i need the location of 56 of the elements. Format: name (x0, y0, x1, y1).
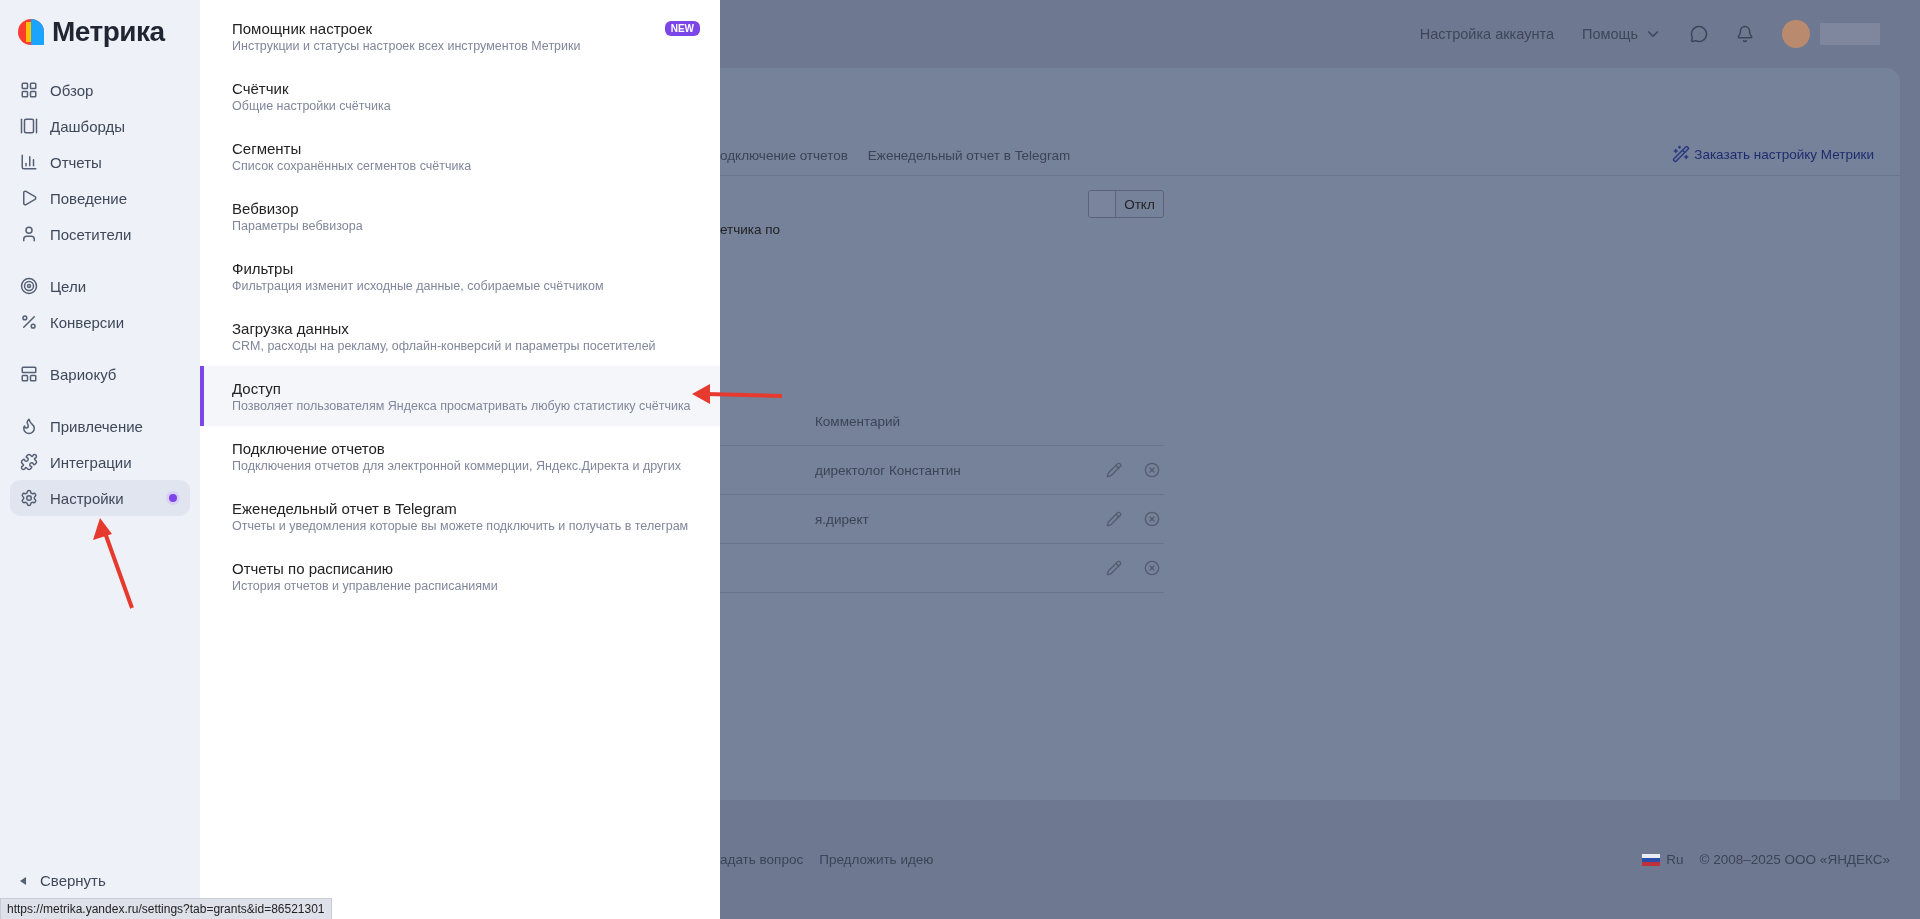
table-cell: директолог Константин (815, 462, 961, 478)
nav-item[interactable]: Поведение (10, 180, 190, 216)
nav-item[interactable]: Настройки (10, 480, 190, 516)
nav-item[interactable]: Посетители (10, 216, 190, 252)
menu-item[interactable]: Подключение отчетов Подключения отчетов для электронной коммерции, Яндекс.Директа и других (200, 426, 720, 486)
menu-item[interactable]: Отчеты по расписанию История отчетов и управление расписаниями (200, 546, 720, 606)
language-label: Ru (1666, 852, 1684, 867)
user-icon (20, 225, 38, 243)
nav-item[interactable]: Дашборды (10, 108, 190, 144)
settings-icon (20, 489, 38, 507)
panel-icon (20, 365, 38, 383)
play-icon (20, 189, 38, 207)
nav-item[interactable]: Вариокуб (10, 356, 190, 392)
nav-item[interactable]: Интеграции (10, 444, 190, 480)
avatar[interactable] (1782, 20, 1810, 48)
edit-icon[interactable] (1106, 511, 1122, 527)
edit-icon[interactable] (1106, 560, 1122, 576)
nav-item[interactable]: Отчеты (10, 144, 190, 180)
menu-item[interactable]: Сегменты Список сохранённых сегментов счётчика (200, 126, 720, 186)
copyright: © 2008–2025 ООО «ЯНДЕКС» (1699, 852, 1890, 867)
nav-item[interactable]: Привлечение (10, 408, 190, 444)
collapse-button[interactable]: Свернуть (10, 872, 116, 889)
toggle-switch[interactable]: Откл (1088, 190, 1164, 218)
table-cell: я.директ (815, 511, 869, 527)
nav-item[interactable]: Конверсии (10, 304, 190, 340)
bell-icon[interactable] (1736, 25, 1754, 43)
menu-item[interactable]: Вебвизор Параметры вебвизора (200, 186, 720, 246)
chat-icon[interactable] (1690, 25, 1708, 43)
menu-item[interactable]: Загрузка данных CRM, расходы на рекламу, офлайн-конверсий и параметры посетителей (200, 306, 720, 366)
target-icon (20, 277, 38, 295)
logo-text: Метрика (52, 16, 165, 48)
close-icon[interactable] (1144, 511, 1160, 527)
flame-icon (20, 417, 38, 435)
flag-icon (1642, 853, 1661, 866)
edit-icon[interactable] (1106, 462, 1122, 478)
menu-item[interactable]: Помощник настроек NEW Инструкции и статусы настроек всех инструментов Метрики (200, 6, 720, 66)
nav-item[interactable]: Цели (10, 268, 190, 304)
close-icon[interactable] (1144, 462, 1160, 478)
caret-icon (20, 876, 26, 885)
bar-chart-icon (20, 153, 38, 171)
percent-icon (20, 313, 38, 331)
new-badge: NEW (664, 20, 700, 36)
description-text: етчика по (720, 222, 782, 237)
nav-item[interactable]: Обзор (10, 72, 190, 108)
column-header: Комментарий (815, 413, 901, 429)
menu-item[interactable]: Счётчик Общие настройки счётчика (200, 66, 720, 126)
grid-icon (20, 81, 38, 99)
close-icon[interactable] (1144, 560, 1160, 576)
menu-item[interactable]: Еженедельный отчет в Telegram Отчеты и уведомления которые вы можете подключить и получать в телеграм (200, 486, 720, 546)
url-tooltip: https://metrika.yandex.ru/settings?tab=grants&id=86521301 (0, 898, 332, 919)
menu-item[interactable]: Фильтры Фильтрация изменит исходные данные, собираемые счётчиком (200, 246, 720, 306)
menu-item[interactable]: Доступ Позволяет пользователям Яндекса просматривать любую статистику счётчика (200, 366, 720, 426)
magic-wand-icon (1672, 145, 1691, 163)
logo-icon (18, 19, 44, 45)
puzzle-icon (20, 453, 38, 471)
panels-icon (20, 117, 38, 135)
